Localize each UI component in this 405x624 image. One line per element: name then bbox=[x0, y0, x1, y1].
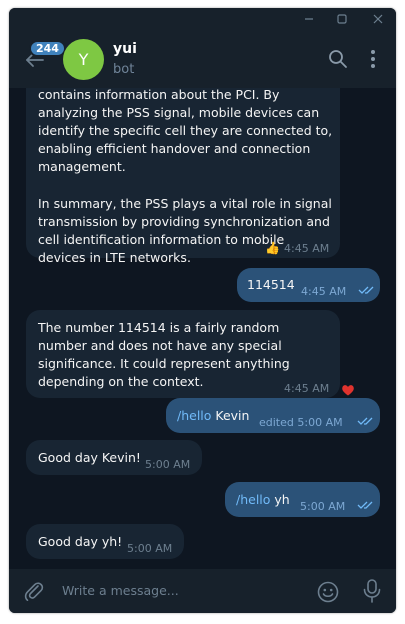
double-check-icon bbox=[358, 286, 374, 294]
message-text: Good day Kevin! bbox=[38, 450, 141, 465]
maximize-icon bbox=[337, 14, 347, 24]
bot-command-link[interactable]: /hello bbox=[236, 492, 270, 507]
voice-message-button[interactable] bbox=[361, 578, 383, 604]
minimize-button[interactable] bbox=[295, 8, 323, 30]
avatar[interactable]: Y bbox=[63, 39, 104, 80]
heart-reaction-icon[interactable] bbox=[341, 383, 355, 397]
close-icon bbox=[373, 14, 383, 24]
emoji-icon bbox=[317, 581, 339, 603]
thumbs-up-reaction[interactable]: 👍 bbox=[265, 239, 280, 257]
chat-title[interactable]: yui bbox=[113, 41, 137, 57]
double-check-icon bbox=[357, 417, 373, 425]
message-text: /hello yh bbox=[236, 492, 290, 507]
more-vertical-icon bbox=[371, 50, 375, 68]
message-bubble-incoming[interactable]: Good day yh! 5:00 AM bbox=[26, 524, 184, 559]
message-time: 4:45 AM bbox=[284, 242, 330, 255]
message-time: 5:00 AM bbox=[127, 542, 173, 555]
chat-header: 244 Y yui bot bbox=[9, 30, 396, 88]
message-text: 114514 bbox=[247, 277, 295, 292]
message-input[interactable]: Write a message... bbox=[62, 581, 302, 601]
microphone-icon bbox=[363, 579, 381, 603]
message-bubble-incoming[interactable]: The number 114514 is a fairly random num… bbox=[26, 310, 340, 398]
double-check-icon bbox=[357, 501, 373, 509]
maximize-button[interactable] bbox=[328, 8, 356, 30]
message-composer: Write a message... bbox=[9, 569, 396, 613]
message-text: Good day yh! bbox=[38, 534, 123, 549]
emoji-button[interactable] bbox=[316, 580, 340, 604]
telegram-window: 244 Y yui bot contains information about… bbox=[9, 8, 396, 613]
search-icon bbox=[329, 50, 347, 68]
chat-status: bot bbox=[113, 62, 135, 77]
minimize-icon bbox=[305, 18, 313, 20]
message-list[interactable]: contains information about the PCI. By a… bbox=[9, 88, 396, 568]
more-button[interactable] bbox=[362, 48, 384, 70]
message-bubble-incoming[interactable]: Good day Kevin! 5:00 AM bbox=[26, 440, 202, 475]
attach-button[interactable] bbox=[23, 580, 45, 602]
search-button[interactable] bbox=[327, 48, 349, 70]
message-bubble-outgoing[interactable]: /hello Kevin edited 5:00 AM bbox=[166, 398, 380, 433]
paperclip-icon bbox=[24, 582, 44, 601]
message-time: 5:00 AM bbox=[300, 500, 346, 513]
close-button[interactable] bbox=[364, 8, 392, 30]
message-time: 4:45 AM bbox=[301, 285, 347, 298]
unread-count-badge: 244 bbox=[29, 40, 66, 57]
message-time: 4:45 AM bbox=[284, 382, 330, 395]
bot-command-link[interactable]: /hello bbox=[177, 408, 211, 423]
window-titlebar bbox=[9, 8, 396, 30]
message-bubble-outgoing[interactable]: 114514 4:45 AM bbox=[237, 268, 380, 302]
message-bubble-incoming[interactable]: contains information about the PCI. By a… bbox=[26, 88, 340, 265]
message-time: edited 5:00 AM bbox=[259, 416, 343, 429]
message-text: /hello Kevin bbox=[177, 408, 250, 423]
message-time: 5:00 AM bbox=[145, 458, 191, 471]
message-bubble-outgoing[interactable]: /hello yh 5:00 AM bbox=[225, 482, 380, 517]
